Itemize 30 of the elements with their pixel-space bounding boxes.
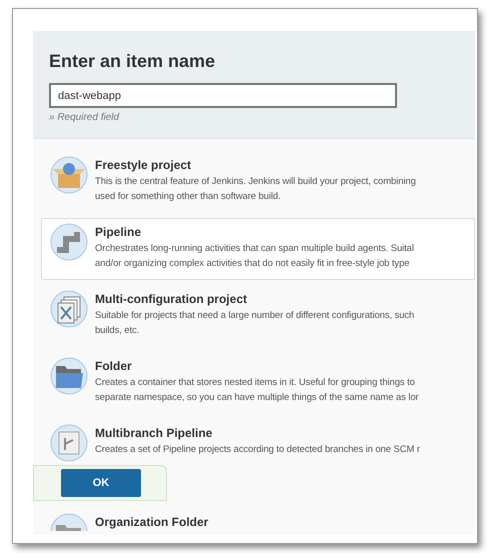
required-field-hint: » Required field [49,111,120,125]
item-type-description: builds, etc. [95,324,140,338]
item-type-option[interactable]: Freestyle project This is the central feature of Jenkins. Jenkins will build your project, combining used for something other than software build. [41,151,475,213]
item-type-description: separate namespace, so you can have multiple things of the same name as lor [95,391,419,405]
item-type-description: and/or organizing complex activities that do not easily fit in free-style job type [95,257,410,271]
item-type-option[interactable]: Pipeline Orchestrates long-running activities that can span multiple build agents. Suital and/or organizing complex activities that do not easily fit in free-style job type [41,218,475,280]
heading: Enter an item name [49,50,216,73]
item-type-title: Organization Folder [95,514,208,531]
branch-icon [50,424,88,462]
item-type-option[interactable]: Multibranch Pipeline Creates a set of Pipeline projects according to detected branches in one SCM r [41,419,475,463]
item-type-description: Orchestrates long-running activities that can span multiple build agents. Suital [95,242,414,256]
box-icon [50,156,88,194]
item-type-title: Freestyle project [95,157,192,174]
item-type-option[interactable]: Organization Folder [41,508,475,532]
item-type-description: Suitable for projects that need a large number of different configurations, such [95,309,414,323]
item-type-title: Folder [95,358,133,375]
item-type-description: Creates a container that stores nested items in it. Useful for grouping things to [95,376,416,390]
item-type-title: Multibranch Pipeline [95,425,214,442]
folder-icon [50,357,88,395]
item-type-option[interactable]: Multi-configuration project Suitable for projects that need a large number of different configurations, such builds, etc. [41,285,475,347]
item-type-option[interactable]: Folder Creates a container that stores nested items in it. Useful for grouping things to separate namespace, so you can have multiple things of the same name as lor [41,352,475,414]
pipe-icon [50,223,88,261]
item-type-description: used for something other than software build. [95,190,282,204]
item-type-description: Creates a set of Pipeline projects according to detected branches in one SCM r [95,443,420,457]
item-type-title: Multi-configuration project [95,291,248,308]
item-type-description: This is the central feature of Jenkins. Jenkins will build your project, combining [95,175,416,189]
ok-button[interactable]: OK [61,469,141,497]
item-name-field[interactable]: dast-webapp [49,83,397,108]
documents-icon [50,290,88,328]
item-type-title: Pipeline [95,224,142,241]
